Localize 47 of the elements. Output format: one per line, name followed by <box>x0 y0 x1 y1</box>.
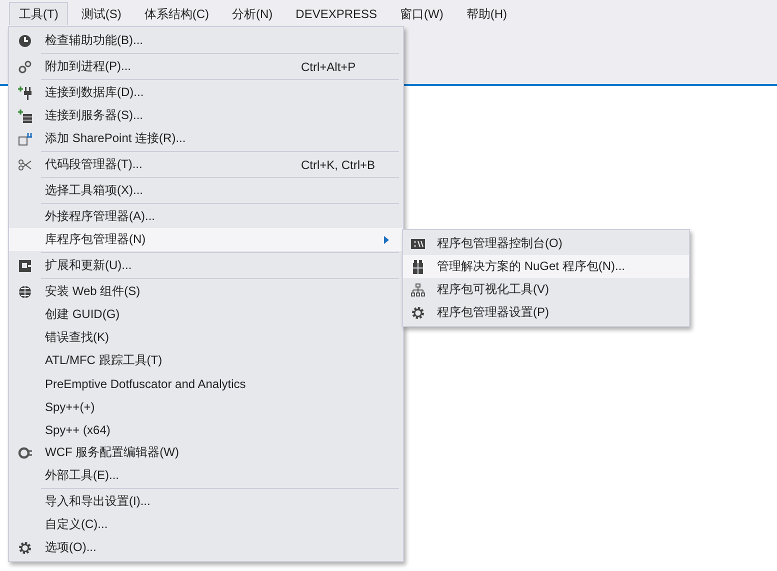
menu-item[interactable]: 程序包可视化工具(V) <box>403 278 689 301</box>
extension-icon <box>18 258 32 272</box>
menu-bar-item[interactable]: 体系结构(C) <box>134 2 219 25</box>
settings-icon <box>18 540 32 554</box>
menu-item[interactable]: WCF 服务配置编辑器(W) <box>9 441 403 464</box>
menu-bar-item[interactable]: 帮助(H) <box>456 2 518 25</box>
menu-item[interactable]: 连接到服务器(S)... <box>9 104 403 127</box>
menu-item[interactable]: Spy++(+) <box>9 395 403 418</box>
globe-icon <box>18 284 32 298</box>
menu-bar-item[interactable]: 分析(N) <box>222 2 283 25</box>
menu-item[interactable]: 连接到数据库(D)... <box>9 81 403 104</box>
settings-icon <box>411 306 425 320</box>
server-plus-icon <box>18 108 32 122</box>
menu-item[interactable]: Spy++ (x64) <box>9 418 403 441</box>
menu-item[interactable]: 安装 Web 组件(S) <box>9 280 403 303</box>
menu-bar-item[interactable]: 工具(T) <box>9 2 68 25</box>
menu-item[interactable]: 管理解决方案的 NuGet 程序包(N)... <box>403 255 689 278</box>
menu-bar-item[interactable]: 测试(S) <box>71 2 132 25</box>
menu-item[interactable]: 检查辅助功能(B)... <box>9 29 403 52</box>
menu-bar-item[interactable]: DEVEXPRESS <box>286 2 388 25</box>
menu-item[interactable]: 自定义(C)... <box>9 513 403 536</box>
menu-item[interactable]: 附加到进程(P)... Ctrl+Alt+P <box>9 55 403 78</box>
menu-item[interactable]: ATL/MFC 跟踪工具(T) <box>9 349 403 372</box>
console-icon <box>411 238 425 248</box>
menu-item[interactable]: 错误查找(K) <box>9 326 403 349</box>
sharepoint-icon <box>18 132 32 146</box>
menu-item[interactable]: 外部工具(E)... <box>9 464 403 487</box>
scissors-icon <box>18 158 32 172</box>
gear-plug-icon <box>18 446 32 460</box>
menu-item[interactable]: 选项(O)... <box>9 536 403 559</box>
menu-item[interactable]: 选择工具箱项(X)... <box>9 179 403 202</box>
plug-icon <box>18 86 32 100</box>
menu-bar-item[interactable]: 窗口(W) <box>390 2 454 25</box>
menu-item[interactable]: PreEmptive Dotfuscator and Analytics <box>9 372 403 395</box>
hierarchy-icon <box>411 282 425 296</box>
menu-item[interactable]: 程序包管理器设置(P) <box>403 301 689 324</box>
menu-item[interactable]: 外接程序管理器(A)... <box>9 205 403 228</box>
menu-item[interactable]: 代码段管理器(T)... Ctrl+K, Ctrl+B <box>9 153 403 176</box>
menu-item[interactable]: 创建 GUID(G) <box>9 303 403 326</box>
menu-item[interactable]: 库程序包管理器(N) <box>9 228 403 251</box>
menu-item[interactable]: 程序包管理器控制台(O) <box>403 232 689 255</box>
menu-item[interactable]: 扩展和更新(U)... <box>9 254 403 277</box>
package-icon <box>412 260 424 274</box>
gears-icon <box>18 60 32 74</box>
clock-icon <box>18 34 32 48</box>
menu-item[interactable]: 导入和导出设置(I)... <box>9 490 403 513</box>
menu-item[interactable]: 添加 SharePoint 连接(R)... <box>9 127 403 150</box>
